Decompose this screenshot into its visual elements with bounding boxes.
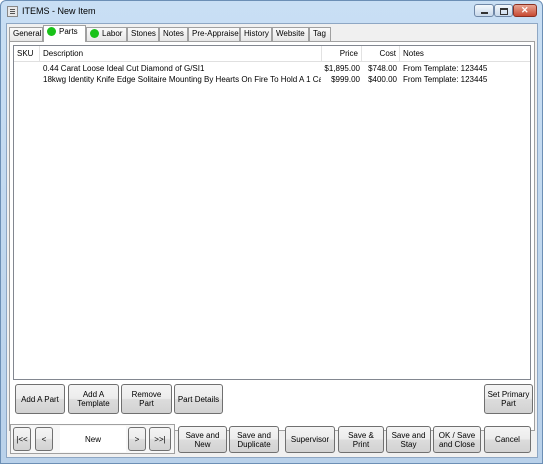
column-header-notes[interactable]: Notes (400, 46, 530, 61)
form-client-area: General Parts Labor Stones Notes Pre-App… (6, 23, 538, 458)
tab-general[interactable]: General (9, 27, 43, 41)
supervisor-button[interactable]: Supervisor (285, 426, 335, 453)
table-row[interactable]: 0.44 Carat Loose Ideal Cut Diamond of G/… (14, 63, 530, 74)
button-label: Supervisor (290, 435, 330, 444)
save-and-stay-button[interactable]: Save and Stay (386, 426, 431, 453)
parts-list-header: SKU Description Price Cost Notes (14, 46, 530, 62)
button-label-line1: OK / Save (438, 430, 476, 440)
tab-stones[interactable]: Stones (127, 27, 159, 41)
description-cell: 0.44 Carat Loose Ideal Cut Diamond of G/… (43, 64, 205, 73)
items-window: ITEMS - New Item General Parts Labor Sto… (0, 0, 543, 464)
cost-cell: $400.00 (368, 75, 397, 84)
tab-label: General (13, 29, 42, 38)
status-indicator-icon (90, 29, 99, 38)
button-label: < (41, 434, 47, 444)
tab-history[interactable]: History (240, 27, 272, 41)
button-label-line2: New (194, 439, 211, 449)
button-label-line2: Stay (400, 439, 417, 449)
add-part-button[interactable]: Add A Part (15, 384, 65, 414)
button-label: |<< (16, 434, 28, 444)
tab-labor[interactable]: Labor (86, 27, 127, 41)
tab-label: Tag (313, 29, 326, 38)
cost-cell: $748.00 (368, 64, 397, 73)
tab-label: Notes (163, 29, 184, 38)
tab-label: Labor (102, 29, 123, 38)
title-bar[interactable]: ITEMS - New Item (1, 1, 542, 23)
tab-label: Website (276, 29, 305, 38)
status-indicator-icon (47, 27, 56, 36)
tab-label: Stones (131, 29, 156, 38)
previous-record-button[interactable]: < (35, 427, 53, 451)
button-label: Add A Part (21, 394, 59, 404)
button-label-line1: Remove (131, 390, 162, 399)
save-and-duplicate-button[interactable]: Save and Duplicate (229, 426, 279, 453)
button-label-line1: Save & (348, 430, 374, 440)
button-label-line2: and Close (438, 439, 476, 449)
first-record-button[interactable]: |<< (13, 427, 31, 451)
price-cell: $999.00 (331, 75, 360, 84)
app-icon (7, 6, 18, 17)
tab-parts[interactable]: Parts (43, 25, 86, 42)
button-label-line2: Duplicate (237, 439, 271, 449)
tab-website[interactable]: Website (272, 27, 309, 41)
ok-save-and-close-button[interactable]: OK / Save and Close (433, 426, 481, 453)
parts-tab-panel: SKU Description Price Cost Notes 0.44 Ca… (9, 41, 535, 431)
close-button[interactable] (513, 4, 537, 17)
tab-label: Parts (59, 27, 78, 36)
save-and-print-button[interactable]: Save & Print (338, 426, 384, 453)
button-label-line1: Save and (391, 430, 426, 440)
tab-tag[interactable]: Tag (309, 27, 331, 41)
window-title: ITEMS - New Item (22, 6, 96, 16)
button-label-line2: Print (352, 439, 370, 449)
button-label: Cancel (495, 435, 520, 444)
button-label-line2: Part (501, 399, 516, 408)
column-header-description[interactable]: Description (40, 46, 322, 61)
add-template-button[interactable]: Add A Template (68, 384, 119, 414)
button-label-line2: Template (77, 399, 110, 408)
tab-label: Pre-Appraise (192, 29, 239, 38)
tab-label: History (244, 29, 269, 38)
button-label: >>| (154, 434, 166, 444)
button-label-line1: Save and (237, 430, 271, 440)
maximize-button[interactable] (494, 4, 513, 17)
table-row[interactable]: 18kwg Identity Knife Edge Solitaire Moun… (14, 74, 530, 85)
column-header-cost[interactable]: Cost (362, 46, 400, 61)
remove-part-button[interactable]: Remove Part (121, 384, 172, 414)
save-and-new-button[interactable]: Save and New (178, 426, 227, 453)
minimize-button[interactable] (474, 4, 494, 17)
button-label-line2: Part (139, 399, 154, 408)
last-record-button[interactable]: >>| (149, 427, 171, 451)
set-primary-part-button[interactable]: Set Primary Part (484, 384, 533, 414)
price-cell: $1,895.00 (324, 64, 360, 73)
tab-pre-appraise[interactable]: Pre-Appraise (188, 27, 240, 41)
column-header-sku[interactable]: SKU (14, 46, 40, 61)
description-cell: 18kwg Identity Knife Edge Solitaire Moun… (43, 75, 321, 84)
record-status: New (60, 426, 126, 452)
button-label-line1: Set Primary (487, 390, 530, 399)
tab-notes[interactable]: Notes (159, 27, 188, 41)
notes-cell: From Template: 123445 (403, 64, 488, 73)
button-label-line1: Add A (82, 390, 105, 399)
button-label-line1: Save and (185, 430, 220, 440)
parts-list[interactable]: SKU Description Price Cost Notes 0.44 Ca… (13, 45, 531, 380)
notes-cell: From Template: 123445 (403, 75, 488, 84)
next-record-button[interactable]: > (128, 427, 146, 451)
button-label: Part Details (177, 394, 220, 404)
column-header-price[interactable]: Price (322, 46, 362, 61)
cancel-button[interactable]: Cancel (484, 426, 531, 453)
button-label: > (134, 434, 140, 444)
part-details-button[interactable]: Part Details (174, 384, 223, 414)
